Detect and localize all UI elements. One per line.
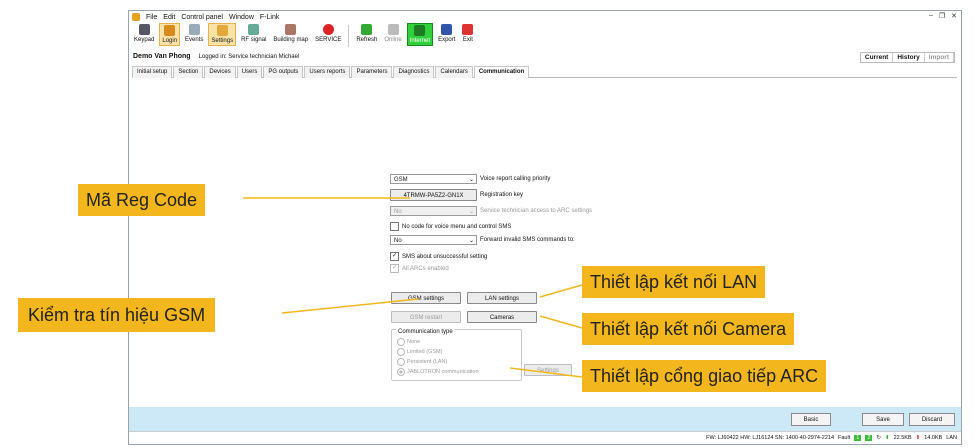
camera-line	[539, 315, 583, 329]
callout-arc: Thiết lập cổng giao tiếp ARC	[582, 360, 827, 392]
callout-lan: Thiết lập kết nối LAN	[582, 266, 766, 298]
arc-line	[509, 367, 583, 378]
callout-lines	[243, 197, 583, 378]
lan-line	[539, 284, 583, 298]
callout-reg-code: Mã Reg Code	[78, 184, 206, 216]
gsm-signal-line	[281, 298, 419, 314]
callout-gsm-signal: Kiểm tra tín hiệu GSM	[18, 298, 216, 332]
callout-camera: Thiết lập kết nối Camera	[582, 313, 795, 345]
